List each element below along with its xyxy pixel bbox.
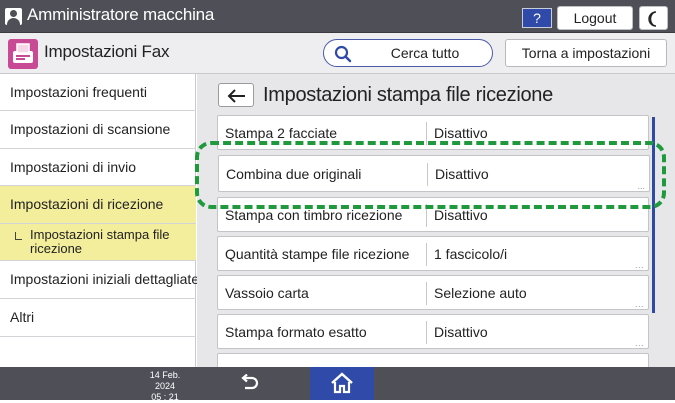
back-button[interactable]	[218, 83, 254, 107]
bottom-bar: 14 Feb. 2024 05 : 21	[0, 367, 675, 403]
sidebar: Impostazioni frequenti Impostazioni di s…	[0, 74, 200, 367]
app-header: Impostazioni Fax Cerca tutto Torna a imp…	[0, 33, 675, 74]
main-panel: Impostazioni stampa file ricezione Stamp…	[197, 74, 675, 367]
sidebar-item-label: Impostazioni frequenti	[10, 84, 147, 100]
time-text: 05 : 21	[151, 392, 179, 402]
setting-name: Vassoio carta	[225, 285, 309, 301]
page-title: Impostazioni stampa file ricezione	[263, 84, 553, 106]
sidebar-item-label: Impostazioni iniziali dettagliate	[10, 271, 200, 287]
sidebar-item-send[interactable]: Impostazioni di invio	[0, 149, 196, 186]
highlight-frame	[195, 141, 666, 209]
sidebar-item-scan[interactable]: Impostazioni di scansione	[0, 111, 196, 149]
setting-row-partial[interactable]	[217, 353, 649, 367]
setting-name: Stampa con timbro ricezione	[225, 207, 403, 223]
home-icon	[331, 372, 353, 394]
sidebar-item-label: Impostazioni di invio	[10, 159, 137, 175]
back-to-settings-button[interactable]: Torna a impostazioni	[505, 39, 667, 67]
search-icon	[334, 45, 352, 63]
setting-name: Stampa 2 facciate	[225, 125, 338, 141]
more-indicator: ...	[634, 299, 644, 309]
sidebar-item-detailed[interactable]: Impostazioni iniziali dettagliate	[0, 261, 200, 299]
top-bar: Amministratore macchina ? Logout	[0, 0, 675, 33]
setting-row-exact-size[interactable]: Stampa formato esatto Disattivo ...	[217, 314, 649, 349]
arrow-left-icon	[227, 89, 245, 103]
setting-value: 1 fascicolo/i	[434, 246, 508, 262]
logout-button[interactable]: Logout	[557, 6, 633, 30]
sidebar-item-receive-print[interactable]: Impostazioni stampa file ricezione	[0, 224, 196, 261]
sidebar-item-label: Altri	[10, 309, 35, 325]
sidebar-item-frequent[interactable]: Impostazioni frequenti	[0, 74, 196, 111]
sidebar-item-label: Impostazioni di scansione	[10, 121, 171, 137]
moon-icon	[648, 11, 657, 27]
date-time: 14 Feb. 2024 05 : 21	[140, 370, 190, 403]
sidebar-item-other[interactable]: Altri	[0, 299, 196, 337]
setting-value: Disattivo	[434, 324, 488, 340]
search-all-button[interactable]: Cerca tutto	[323, 39, 493, 67]
help-button[interactable]: ?	[522, 8, 552, 28]
sidebar-item-label: Impostazioni di ricezione	[10, 196, 164, 212]
setting-value: Selezione auto	[434, 285, 527, 301]
more-indicator: ...	[634, 338, 644, 348]
home-button[interactable]	[310, 367, 374, 400]
return-arrow-icon	[241, 374, 259, 390]
date-text: 14 Feb. 2024	[149, 370, 181, 391]
app-title: Impostazioni Fax	[44, 42, 170, 61]
sub-item-marker	[15, 232, 22, 240]
setting-value: Disattivo	[434, 125, 488, 141]
search-all-label: Cerca tutto	[390, 45, 460, 61]
sidebar-item-label: Impostazioni stampa file ricezione	[30, 227, 170, 256]
person-icon	[5, 8, 22, 25]
sidebar-item-receive[interactable]: Impostazioni di ricezione	[0, 186, 196, 224]
more-indicator: ...	[634, 260, 644, 270]
fax-icon	[8, 39, 38, 69]
admin-title: Amministratore macchina	[27, 5, 215, 24]
setting-row-quantity[interactable]: Quantità stampe file ricezione 1 fascico…	[217, 236, 649, 271]
setting-name: Quantità stampe file ricezione	[225, 246, 410, 262]
setting-name: Stampa formato esatto	[225, 324, 367, 340]
dark-mode-button[interactable]	[639, 6, 668, 30]
return-button[interactable]	[230, 371, 266, 395]
setting-row-tray[interactable]: Vassoio carta Selezione auto ...	[217, 275, 649, 310]
setting-value: Disattivo	[434, 207, 488, 223]
